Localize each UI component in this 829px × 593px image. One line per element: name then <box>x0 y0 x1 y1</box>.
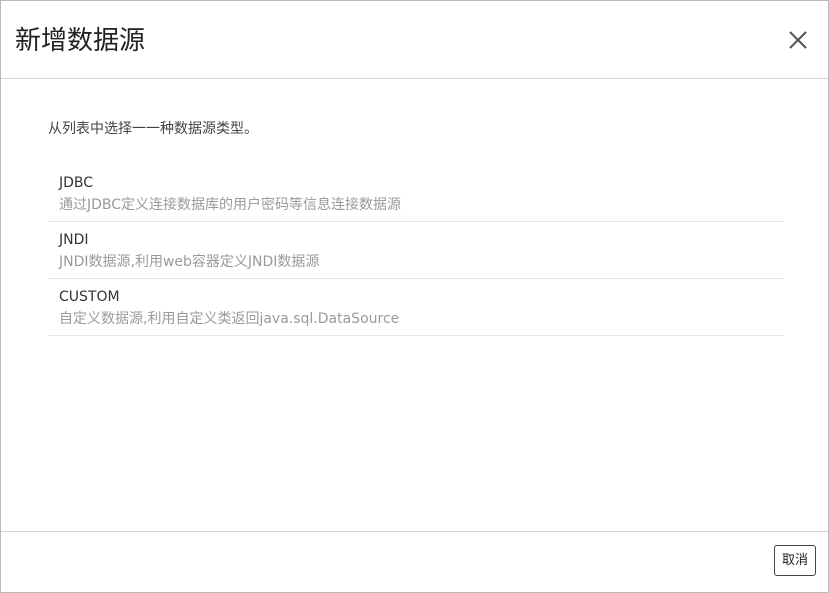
cancel-button[interactable]: 取消 <box>773 545 816 576</box>
option-name: JDBC <box>59 175 94 191</box>
option-name: CUSTOM <box>59 289 120 305</box>
option-description: 通过JDBC定义连接数据库的用户密码等信息连接数据源 <box>59 197 402 213</box>
instruction-text: 从列表中选择一一种数据源类型。 <box>48 121 258 137</box>
dialog-body: 从列表中选择一一种数据源类型。 JDBC 通过JDBC定义连接数据库的用户密码等… <box>1 79 828 531</box>
datasource-type-list: JDBC 通过JDBC定义连接数据库的用户密码等信息连接数据源 JNDI JND… <box>48 165 784 336</box>
dialog-title: 新增数据源 <box>15 26 146 56</box>
dialog-header: 新增数据源 <box>1 1 828 79</box>
close-button[interactable] <box>786 28 810 52</box>
datasource-option-jdbc[interactable]: JDBC 通过JDBC定义连接数据库的用户密码等信息连接数据源 <box>48 165 784 222</box>
option-description: 自定义数据源,利用自定义类返回java.sql.DataSource <box>59 311 400 327</box>
close-icon <box>789 31 807 49</box>
datasource-option-custom[interactable]: CUSTOM 自定义数据源,利用自定义类返回java.sql.DataSourc… <box>48 279 784 336</box>
new-datasource-dialog: 新增数据源 从列表中选择一一种数据源类型。 JDBC 通过JDBC定义连接数据库… <box>0 0 829 593</box>
datasource-option-jndi[interactable]: JNDI JNDI数据源,利用web容器定义JNDI数据源 <box>48 222 784 279</box>
option-description: JNDI数据源,利用web容器定义JNDI数据源 <box>59 254 320 270</box>
dialog-footer: 取消 <box>1 531 828 593</box>
option-name: JNDI <box>59 232 89 248</box>
